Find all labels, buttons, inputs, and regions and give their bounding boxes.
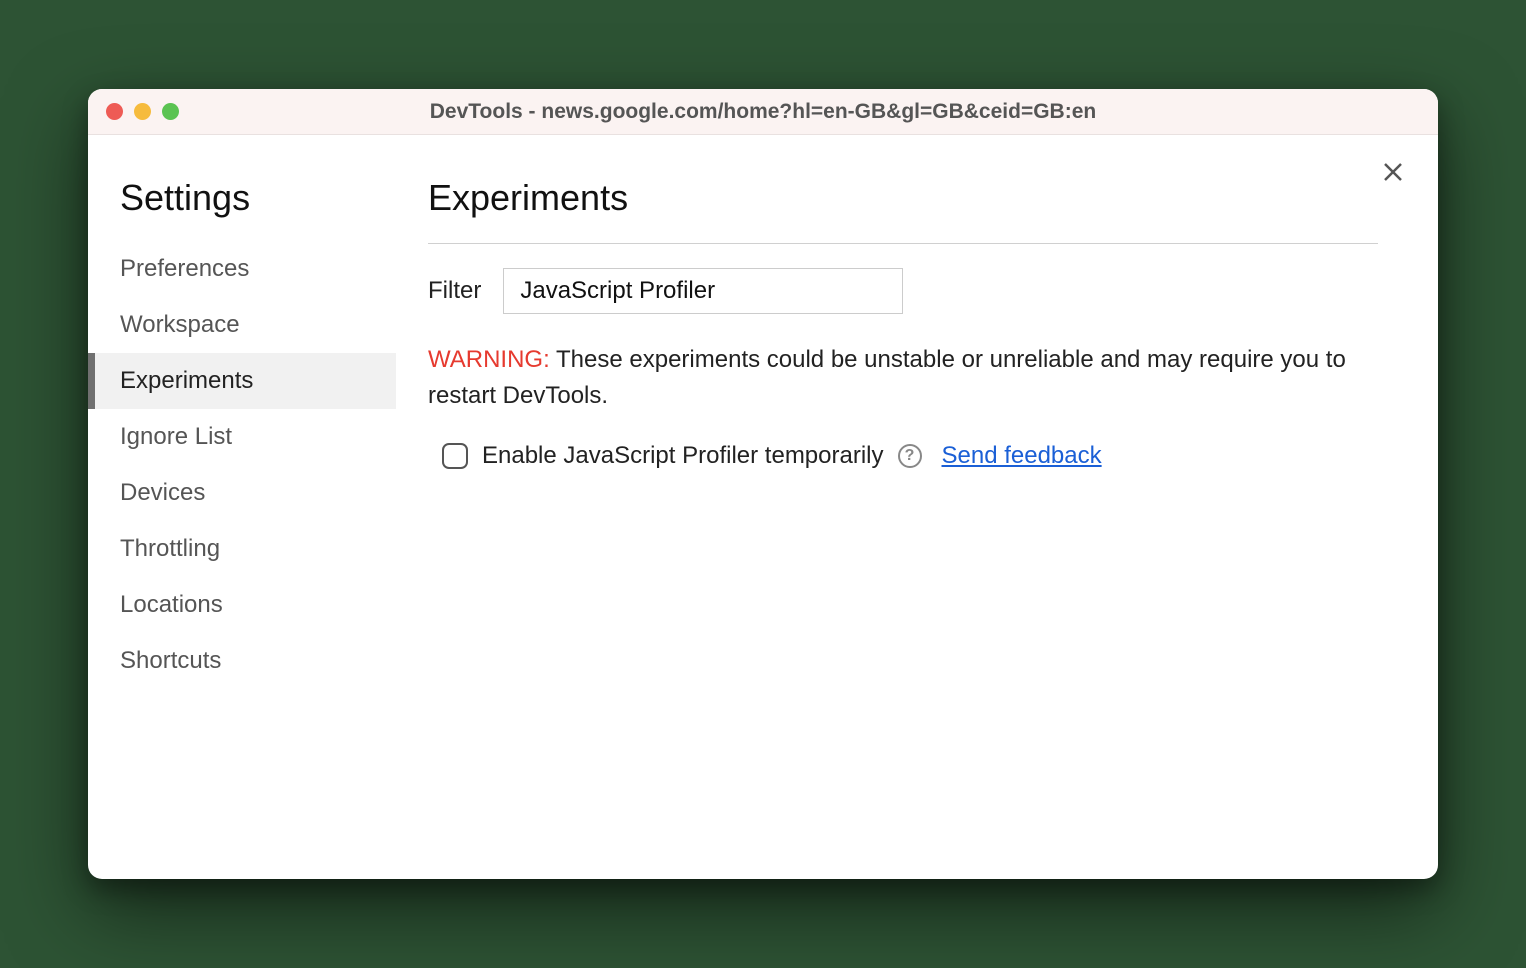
window-title: DevTools - news.google.com/home?hl=en-GB… <box>88 100 1438 124</box>
settings-sidebar: Settings Preferences Workspace Experimen… <box>88 135 396 879</box>
close-window-button[interactable] <box>106 103 123 120</box>
sidebar-item-preferences[interactable]: Preferences <box>88 241 396 297</box>
help-icon[interactable]: ? <box>898 444 922 468</box>
sidebar-item-devices[interactable]: Devices <box>88 465 396 521</box>
experiment-label: Enable JavaScript Profiler temporarily <box>482 442 884 470</box>
sidebar-item-experiments[interactable]: Experiments <box>88 353 396 409</box>
filter-input[interactable] <box>503 268 903 314</box>
sidebar-item-locations[interactable]: Locations <box>88 577 396 633</box>
minimize-window-button[interactable] <box>134 103 151 120</box>
traffic-lights <box>106 103 179 120</box>
settings-content: Settings Preferences Workspace Experimen… <box>88 135 1438 879</box>
filter-label: Filter <box>428 277 481 305</box>
devtools-settings-window: DevTools - news.google.com/home?hl=en-GB… <box>88 89 1438 879</box>
send-feedback-link[interactable]: Send feedback <box>936 442 1102 470</box>
sidebar-title: Settings <box>88 177 396 241</box>
close-icon <box>1381 160 1405 184</box>
experiment-row: Enable JavaScript Profiler temporarily ?… <box>428 442 1378 470</box>
panel-title: Experiments <box>428 177 1378 244</box>
warning-label: WARNING: <box>428 346 550 373</box>
filter-row: Filter <box>428 268 1378 314</box>
maximize-window-button[interactable] <box>162 103 179 120</box>
warning-body: These experiments could be unstable or u… <box>428 346 1346 409</box>
sidebar-item-ignore-list[interactable]: Ignore List <box>88 409 396 465</box>
experiment-checkbox[interactable] <box>442 443 468 469</box>
sidebar-item-workspace[interactable]: Workspace <box>88 297 396 353</box>
window-titlebar: DevTools - news.google.com/home?hl=en-GB… <box>88 89 1438 135</box>
sidebar-item-shortcuts[interactable]: Shortcuts <box>88 633 396 689</box>
sidebar-item-throttling[interactable]: Throttling <box>88 521 396 577</box>
warning-text: WARNING: These experiments could be unst… <box>428 342 1378 414</box>
settings-main-panel: Experiments Filter WARNING: These experi… <box>396 135 1438 879</box>
close-settings-button[interactable] <box>1378 157 1408 187</box>
